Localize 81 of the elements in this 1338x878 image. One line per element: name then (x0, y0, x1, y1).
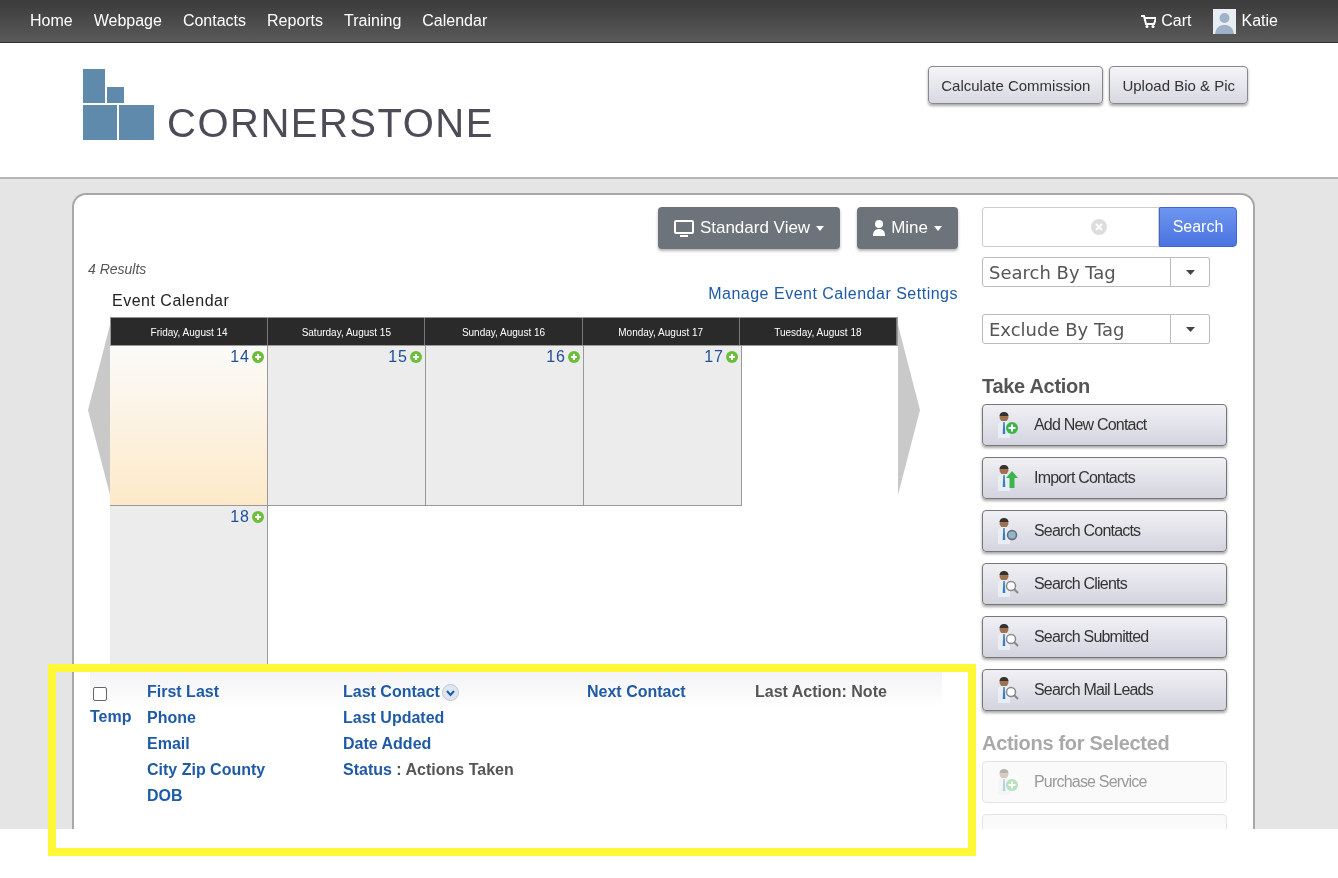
day-header: Monday, August 17 (582, 318, 740, 345)
action-button[interactable]: Import Contacts (982, 457, 1227, 499)
section-heading: Take Action (982, 375, 1091, 398)
column-sort-link[interactable]: DOB (147, 787, 183, 805)
day-cell[interactable]: 15 (268, 346, 426, 506)
day-number[interactable]: 15 (388, 348, 408, 366)
day-cell[interactable]: 14 (110, 346, 268, 506)
select-all-checkbox[interactable] (93, 687, 107, 701)
settings-link[interactable]: Manage Event Calendar Settings (708, 285, 958, 303)
add-icon (726, 351, 738, 363)
day-number[interactable]: 14 (230, 348, 250, 366)
day-number[interactable]: 17 (704, 348, 724, 366)
person-icon (995, 769, 1021, 795)
header-button[interactable]: Upload Bio & Pic (1109, 66, 1248, 104)
day-cell[interactable]: 16 (426, 346, 584, 506)
column-label[interactable]: Last Action: Note (755, 683, 887, 701)
add-icon (568, 351, 580, 363)
person-icon (995, 465, 1021, 491)
person-icon (873, 220, 886, 236)
nav-link[interactable]: Training (344, 12, 402, 30)
tag-field[interactable]: Search By Tag (982, 257, 1171, 287)
column-sort-link[interactable]: Next Contact (587, 683, 686, 701)
action-button[interactable]: Search Mail Leads (982, 669, 1227, 711)
day-header: Friday, August 14 (111, 318, 269, 345)
column-sort-link[interactable]: City Zip County (147, 761, 266, 779)
nav-link[interactable]: Calendar (422, 12, 488, 30)
person-icon (995, 571, 1021, 597)
cart-link[interactable]: Cart (1141, 12, 1192, 30)
column-sort-link[interactable]: Last Contact (343, 683, 440, 701)
nav-link[interactable]: Reports (267, 12, 324, 30)
search-button[interactable]: Search (1159, 207, 1237, 247)
results-count: 4 Results (88, 261, 148, 277)
user-menu[interactable]: Katie (1212, 8, 1278, 34)
column-sort-link[interactable]: First Last (147, 683, 219, 701)
caret-icon (816, 225, 825, 231)
dropdown-toggle[interactable] (1171, 314, 1210, 344)
add-icon (252, 511, 264, 523)
caret-icon (934, 225, 942, 231)
add-icon (252, 351, 264, 363)
person-icon (995, 677, 1021, 703)
action-button[interactable]: Search Submitted (982, 616, 1227, 658)
view-dropdown-button[interactable]: Standard View (657, 207, 841, 249)
day-header: Sunday, August 16 (425, 318, 583, 345)
cart-icon (1141, 14, 1157, 28)
day-header: Tuesday, August 18 (739, 318, 897, 345)
nav-link[interactable]: Webpage (93, 12, 162, 30)
header-button[interactable]: Calculate Commission (928, 66, 1104, 104)
logo-mark-icon (83, 69, 155, 141)
action-button[interactable]: Search Clients (982, 563, 1227, 605)
action-button[interactable]: Add New Contact (982, 404, 1227, 446)
search-field[interactable] (982, 207, 1159, 247)
calendar-title: Event Calendar (112, 292, 230, 310)
caret-icon (1185, 326, 1195, 332)
add-icon (410, 351, 422, 363)
day-number[interactable]: 18 (230, 508, 250, 526)
caret-icon (1185, 269, 1195, 275)
dropdown-toggle[interactable] (1171, 257, 1210, 287)
person-icon (995, 412, 1021, 438)
column-sort-link[interactable]: Date Added (343, 735, 432, 753)
previous-arrow-icon (88, 325, 110, 495)
clear-icon (1091, 219, 1107, 235)
tag-field[interactable]: Exclude By Tag (982, 314, 1171, 344)
next-arrow-icon (898, 325, 920, 495)
logo-wordmark: CORNERSTONE (167, 105, 494, 141)
day-header: Saturday, August 15 (268, 318, 426, 345)
day-cell[interactable]: 17 (584, 346, 742, 506)
monitor-icon (673, 219, 694, 237)
column-label[interactable]: Status : Actions Taken (343, 761, 514, 779)
action-button[interactable]: Search Contacts (982, 510, 1227, 552)
avatar-icon (1212, 8, 1236, 34)
person-icon (995, 624, 1021, 650)
nav-link[interactable]: Contacts (182, 12, 247, 30)
day-cell[interactable]: 18 (110, 506, 268, 666)
day-number[interactable]: 16 (546, 348, 566, 366)
section-heading: Actions for Selected (982, 732, 1171, 755)
column-sort-link[interactable]: Last Updated (343, 709, 445, 727)
nav-link[interactable]: Home (30, 12, 73, 30)
column-sort-link[interactable]: Temp (90, 708, 132, 726)
column-sort-link[interactable]: Email (147, 735, 190, 753)
column-sort-link[interactable]: Phone (147, 709, 196, 727)
owner-dropdown-button[interactable]: Mine (857, 207, 958, 249)
